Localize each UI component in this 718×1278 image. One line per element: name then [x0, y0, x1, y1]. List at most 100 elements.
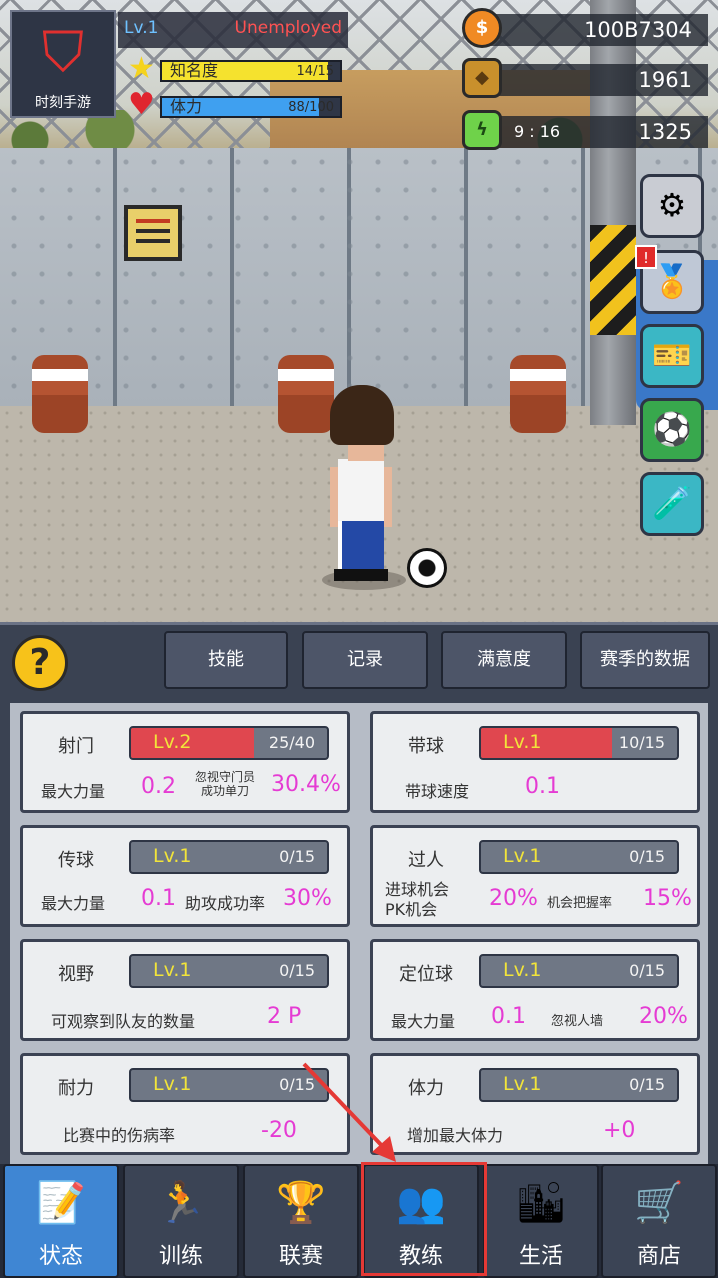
- skill-attr-value: 20%: [639, 1004, 688, 1029]
- notepad-icon: 📝: [36, 1180, 86, 1226]
- skill-level: Lv.1: [503, 959, 542, 981]
- skill-progress: 0/15: [279, 847, 315, 866]
- player-level: Lv.1: [124, 18, 159, 38]
- fame-bar: 知名度 14/15 ★: [126, 52, 344, 86]
- skill-card-passing[interactable]: 传球 Lv.1 0/15 最大力量 0.1 助攻成功率 30%: [20, 825, 350, 927]
- skill-attr: 忽视人墙: [551, 1014, 604, 1029]
- stamina-label: 体力: [170, 97, 203, 116]
- skill-attr-value: 0.1: [491, 1004, 526, 1029]
- skill-attr-line: 忽视守门员: [194, 770, 255, 784]
- skill-attr-value: -20: [261, 1118, 297, 1143]
- nav-label: 联赛: [278, 1244, 323, 1269]
- nav-label: 训练: [158, 1244, 203, 1269]
- player-pants: [338, 521, 384, 569]
- energy-icon: ϟ: [462, 110, 502, 150]
- coins-display[interactable]: $ 100B7304: [462, 8, 708, 48]
- medal-button[interactable]: 🏅 !: [635, 245, 704, 314]
- energy-timer: 9 : 16: [514, 122, 561, 141]
- energy-value: 1325: [638, 120, 692, 144]
- gems-display[interactable]: ◆ 1961: [462, 58, 708, 98]
- football-icon: ⚽: [652, 410, 692, 448]
- skill-attr-value: 0.2: [141, 774, 176, 799]
- skill-level-bar: Lv.1 0/15: [129, 840, 329, 874]
- heart-icon: ♥: [128, 87, 155, 122]
- skill-card-vision[interactable]: 视野 Lv.1 0/15 可观察到队友的数量 2 P: [20, 939, 350, 1041]
- wall-sign: [124, 205, 182, 261]
- city-icon: 🏙: [515, 1180, 567, 1226]
- ticket-button[interactable]: 🎫: [640, 324, 704, 388]
- nav-training[interactable]: 🏃 训练: [123, 1164, 239, 1278]
- skill-card-dribbling[interactable]: 带球 Lv.1 10/15 带球速度 0.1: [370, 711, 700, 813]
- skill-attr-value: 30%: [283, 886, 332, 911]
- skill-name: 定位球: [399, 964, 453, 985]
- skill-level-bar: Lv.1 0/15: [129, 1068, 329, 1102]
- skill-level: Lv.1: [153, 1073, 192, 1095]
- player-character[interactable]: [330, 385, 394, 585]
- football[interactable]: [407, 548, 447, 588]
- skill-progress: 0/15: [629, 1075, 665, 1094]
- skill-level-bar: Lv.1 0/15: [479, 1068, 679, 1102]
- skill-attr-value: 2 P: [267, 1004, 302, 1029]
- nav-label: 生活: [518, 1244, 563, 1269]
- skill-level: Lv.1: [503, 845, 542, 867]
- skill-card-breakthrough[interactable]: 过人 Lv.1 0/15 进球机会 PK机会 20% 机会把握率 15%: [370, 825, 700, 927]
- tab-satisfaction[interactable]: 满意度: [441, 631, 567, 689]
- skill-attr-multiline: 进球机会 PK机会: [385, 880, 449, 920]
- skill-level-bar: Lv.2 25/40: [129, 726, 329, 760]
- skill-attr-line: PK机会: [385, 900, 438, 919]
- skill-attr-line: 进球机会: [385, 880, 450, 899]
- skill-progress-fill: [481, 728, 612, 758]
- skill-attr-value: 0.1: [525, 774, 560, 799]
- player-shirt: [338, 459, 384, 523]
- coin-icon: $: [462, 8, 502, 48]
- hazard-stripes: [590, 225, 636, 335]
- star-icon: ★: [128, 51, 155, 86]
- skill-level-bar: Lv.1 0/15: [479, 840, 679, 874]
- skill-name: 带球: [408, 736, 444, 757]
- barrel: [510, 355, 566, 433]
- skill-card-shooting[interactable]: 射门 Lv.2 25/40 最大力量 0.2 忽视守门员 成功单刀 30.4%: [20, 711, 350, 813]
- fame-label: 知名度: [170, 61, 219, 80]
- skill-attr: 可观察到队友的数量: [51, 1012, 196, 1031]
- skill-attr-value: 0.1: [141, 886, 176, 911]
- skill-level-bar: Lv.1 0/15: [129, 954, 329, 988]
- skill-progress-fill: [131, 728, 254, 758]
- skill-name: 过人: [408, 850, 444, 871]
- energy-display[interactable]: ϟ 9 : 16 1325: [462, 110, 708, 150]
- tab-season-stats[interactable]: 赛季的数据: [580, 631, 710, 689]
- fame-value: 14/15: [296, 64, 334, 79]
- barrel: [278, 355, 334, 433]
- skill-level: Lv.1: [153, 845, 192, 867]
- skill-level: Lv.2: [153, 731, 192, 753]
- skill-name: 耐力: [58, 1078, 94, 1099]
- nav-league[interactable]: 🏆 联赛: [243, 1164, 359, 1278]
- medal-icon: 🏅: [652, 262, 692, 300]
- item-button[interactable]: 🧪: [640, 472, 704, 536]
- skill-attr: 最大力量: [41, 782, 106, 801]
- trophy-icon: 🏆: [276, 1180, 326, 1226]
- tab-records[interactable]: 记录: [302, 631, 428, 689]
- skill-level: Lv.1: [503, 731, 542, 753]
- nav-life[interactable]: 🏙 生活: [483, 1164, 599, 1278]
- gear-icon: ⚙: [657, 186, 687, 224]
- skill-attr-multiline: 忽视守门员 成功单刀: [191, 770, 259, 798]
- level-bar: Lv.1 Unemployed: [118, 12, 348, 48]
- skill-attr-value: 30.4%: [271, 772, 341, 797]
- skill-attr: 增加最大体力: [407, 1126, 504, 1145]
- alert-badge: !: [635, 245, 657, 269]
- stamina-track: 体力 88/100: [160, 96, 342, 118]
- skill-card-set-piece[interactable]: 定位球 Lv.1 0/15 最大力量 0.1 忽视人墙 20%: [370, 939, 700, 1041]
- nav-shop[interactable]: 🛒 商店: [601, 1164, 717, 1278]
- nav-status[interactable]: 📝 状态: [3, 1164, 119, 1278]
- coins-value: 100B7304: [584, 18, 692, 42]
- football-button[interactable]: ⚽: [640, 398, 704, 462]
- tab-skills[interactable]: 技能: [164, 631, 288, 689]
- logo-text: 时刻手游: [35, 95, 91, 111]
- annotation-arrow: [302, 1062, 396, 1162]
- ticket-icon: 🎫: [652, 336, 692, 374]
- team-logo[interactable]: ⛉ 时刻手游: [10, 10, 116, 118]
- settings-button[interactable]: ⚙: [640, 174, 704, 238]
- skill-attr-value: 20%: [489, 886, 538, 911]
- skill-progress: 25/40: [268, 733, 315, 752]
- help-button[interactable]: ?: [12, 635, 68, 691]
